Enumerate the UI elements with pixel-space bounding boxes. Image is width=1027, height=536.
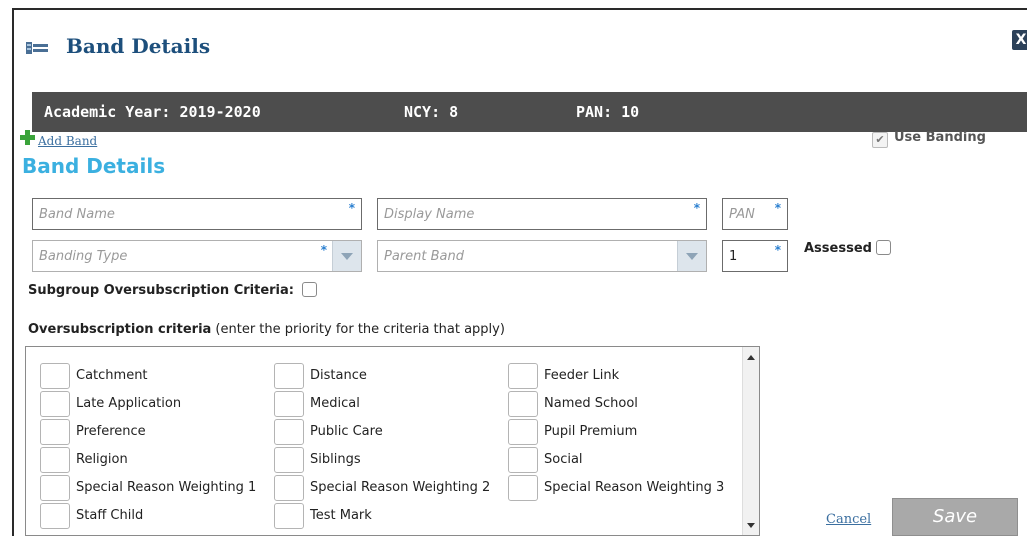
criteria-label: Special Reason Weighting 3 <box>544 480 725 495</box>
required-mark: * <box>774 243 781 257</box>
criteria-label: Named School <box>544 396 638 411</box>
required-mark: * <box>693 201 700 215</box>
criteria-priority-input[interactable] <box>508 363 538 389</box>
pan-field[interactable]: PAN * <box>722 198 788 230</box>
criteria-priority-input[interactable] <box>40 447 70 473</box>
pan-placeholder: PAN <box>729 207 755 222</box>
criteria-priority-input[interactable] <box>274 419 304 445</box>
use-banding-toggle[interactable]: ✔ Use Banding <box>872 130 986 148</box>
criteria-label: Staff Child <box>76 508 144 523</box>
criteria-label: Religion <box>76 452 128 467</box>
banding-type-placeholder: Banding Type <box>39 249 128 264</box>
required-mark: * <box>348 201 355 215</box>
add-band-link[interactable]: Add Band <box>38 134 97 148</box>
scroll-up-icon[interactable] <box>747 355 755 360</box>
assessed-label: Assessed <box>804 241 872 256</box>
required-mark: * <box>774 201 781 215</box>
criteria-priority-input[interactable] <box>508 475 538 501</box>
criteria-priority-input[interactable] <box>40 391 70 417</box>
criteria-priority-input[interactable] <box>508 447 538 473</box>
priority-value: 1 <box>729 249 738 264</box>
criteria-label: Siblings <box>310 452 361 467</box>
scrollbar[interactable] <box>742 347 759 535</box>
chevron-down-icon[interactable] <box>677 241 706 271</box>
cancel-button[interactable]: Cancel <box>826 512 871 527</box>
required-mark: * <box>320 243 327 257</box>
parent-band-select[interactable]: Parent Band <box>377 240 707 272</box>
ncy-value: NCY: 8 <box>404 103 459 121</box>
use-banding-label: Use Banding <box>894 130 986 145</box>
criteria-label: Public Care <box>310 424 383 439</box>
criteria-label: Late Application <box>76 396 182 411</box>
band-icon <box>26 42 48 54</box>
chevron-down-icon[interactable] <box>332 241 361 271</box>
pan-value: PAN: 10 <box>576 103 640 121</box>
oversubscription-heading: Oversubscription criteria (enter the pri… <box>28 322 505 337</box>
criteria-priority-input[interactable] <box>40 363 70 389</box>
save-button[interactable]: Save <box>892 498 1018 536</box>
criteria-list[interactable]: Catchment Late Application Preference Relig… <box>25 346 760 536</box>
criteria-priority-input[interactable] <box>40 503 70 529</box>
assessed-toggle[interactable]: Assessed <box>804 240 891 256</box>
subgroup-label: Subgroup Oversubscription Criteria: <box>28 283 294 298</box>
subgroup-toggle[interactable]: Subgroup Oversubscription Criteria: <box>28 282 317 298</box>
display-name-field[interactable]: Display Name * <box>377 198 707 230</box>
criteria-label: Feeder Link <box>544 368 620 383</box>
criteria-priority-input[interactable] <box>508 419 538 445</box>
criteria-label: Medical <box>310 396 360 411</box>
display-name-placeholder: Display Name <box>384 207 475 222</box>
criteria-priority-input[interactable] <box>274 447 304 473</box>
criteria-label: Test Mark <box>310 508 372 523</box>
dialog-title-bar: Band Details X <box>14 10 1027 78</box>
dialog-title: Band Details <box>66 34 211 58</box>
criteria-label: Preference <box>76 424 146 439</box>
criteria-priority-input[interactable] <box>274 363 304 389</box>
criteria-label: Pupil Premium <box>544 424 638 439</box>
assessed-checkbox[interactable] <box>875 240 891 255</box>
criteria-label: Special Reason Weighting 1 <box>76 480 257 495</box>
criteria-label: Distance <box>310 368 367 383</box>
criteria-label: Catchment <box>76 368 148 383</box>
criteria-label: Special Reason Weighting 2 <box>310 480 491 495</box>
academic-year: Academic Year: 2019-2020 <box>44 103 261 121</box>
criteria-priority-input[interactable] <box>274 503 304 529</box>
plus-icon <box>20 130 35 145</box>
band-name-placeholder: Band Name <box>39 207 115 222</box>
scroll-down-icon[interactable] <box>747 523 755 528</box>
checkmark-icon: ✔ <box>872 132 888 148</box>
criteria-priority-input[interactable] <box>40 475 70 501</box>
criteria-priority-input[interactable] <box>274 475 304 501</box>
oversubscription-hint: (enter the priority for the criteria tha… <box>211 322 505 337</box>
info-bar: Academic Year: 2019-2020 NCY: 8 PAN: 10 <box>32 92 1027 132</box>
close-button[interactable]: X <box>1012 30 1027 50</box>
criteria-label: Social <box>544 452 583 467</box>
oversubscription-label: Oversubscription criteria <box>28 322 212 337</box>
criteria-priority-input[interactable] <box>40 419 70 445</box>
band-name-field[interactable]: Band Name * <box>32 198 362 230</box>
priority-input[interactable]: 1 * <box>722 240 788 272</box>
parent-band-placeholder: Parent Band <box>384 249 464 264</box>
subgroup-checkbox[interactable] <box>302 282 317 297</box>
section-title: Band Details <box>22 154 166 178</box>
banding-type-select[interactable]: Banding Type * <box>32 240 362 272</box>
criteria-priority-input[interactable] <box>274 391 304 417</box>
criteria-priority-input[interactable] <box>508 391 538 417</box>
